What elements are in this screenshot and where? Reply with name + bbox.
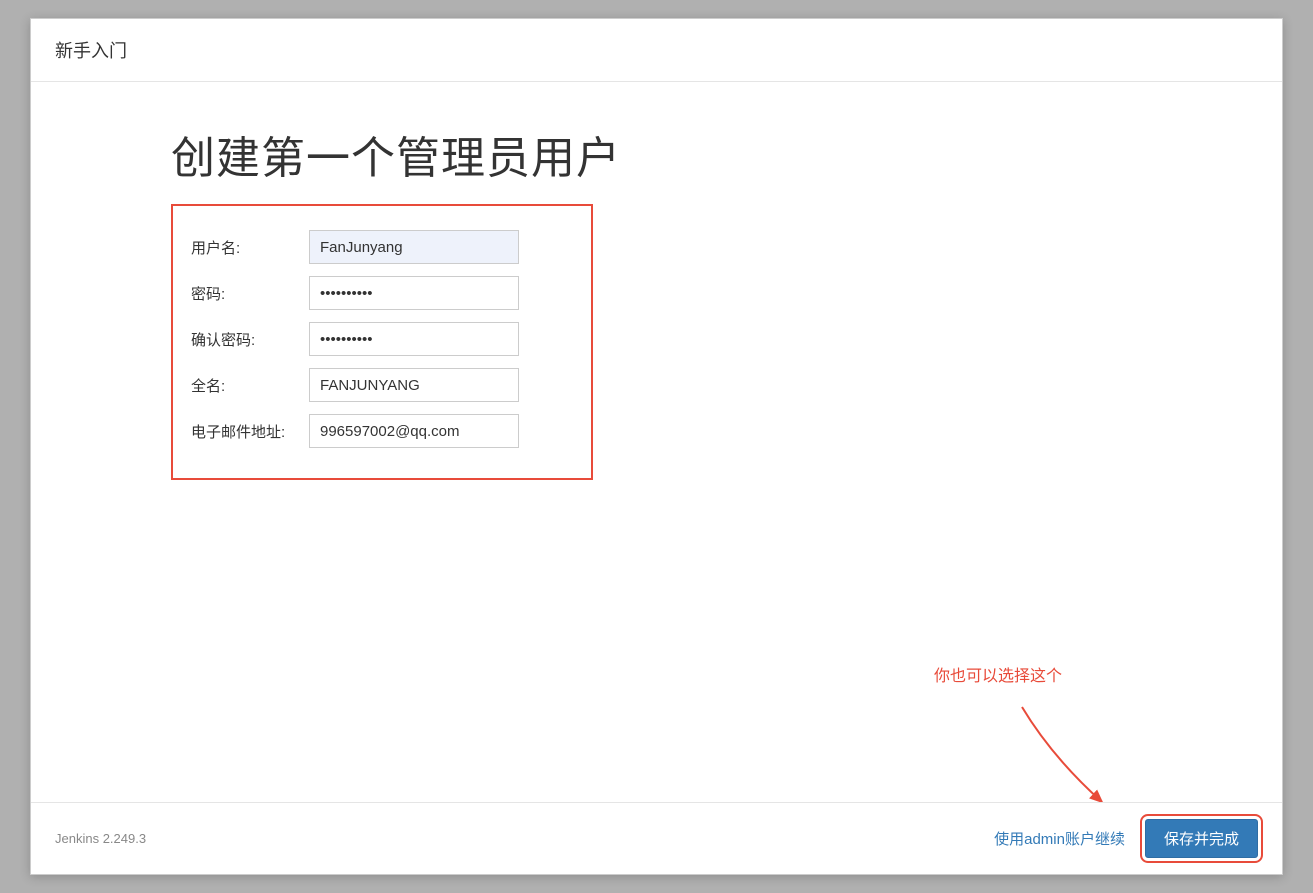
form-row-email: 电子邮件地址: xyxy=(191,414,573,448)
modal-footer: Jenkins 2.249.3 使用admin账户继续 保存并完成 xyxy=(31,802,1282,874)
username-input[interactable] xyxy=(309,230,519,264)
save-and-finish-button[interactable]: 保存并完成 xyxy=(1145,819,1258,858)
modal-header-title: 新手入门 xyxy=(55,37,1258,63)
modal-body: 创建第一个管理员用户 用户名: 密码: 确认密码: 全名: 电子邮件地址: xyxy=(31,82,1282,802)
password-input[interactable] xyxy=(309,276,519,310)
form-row-fullname: 全名: xyxy=(191,368,573,402)
password-label: 密码: xyxy=(191,283,309,304)
form-row-username: 用户名: xyxy=(191,230,573,264)
fullname-label: 全名: xyxy=(191,375,309,396)
fullname-input[interactable] xyxy=(309,368,519,402)
annotation-text: 你也可以选择这个 xyxy=(934,662,1062,686)
admin-user-form: 用户名: 密码: 确认密码: 全名: 电子邮件地址: xyxy=(171,204,593,480)
form-row-confirm-password: 确认密码: xyxy=(191,322,573,356)
email-input[interactable] xyxy=(309,414,519,448)
page-title: 创建第一个管理员用户 xyxy=(171,122,1142,186)
username-label: 用户名: xyxy=(191,237,309,258)
form-row-password: 密码: xyxy=(191,276,573,310)
version-label: Jenkins 2.249.3 xyxy=(55,831,146,846)
confirm-password-label: 确认密码: xyxy=(191,329,309,350)
confirm-password-input[interactable] xyxy=(309,322,519,356)
modal-header: 新手入门 xyxy=(31,19,1282,82)
email-label: 电子邮件地址: xyxy=(191,421,309,442)
setup-wizard-modal: 新手入门 创建第一个管理员用户 用户名: 密码: 确认密码: 全名: 电子邮件 xyxy=(30,18,1283,875)
footer-actions: 使用admin账户继续 保存并完成 xyxy=(994,819,1258,858)
continue-as-admin-button[interactable]: 使用admin账户继续 xyxy=(994,828,1125,849)
annotation-arrow-icon xyxy=(1012,697,1132,802)
